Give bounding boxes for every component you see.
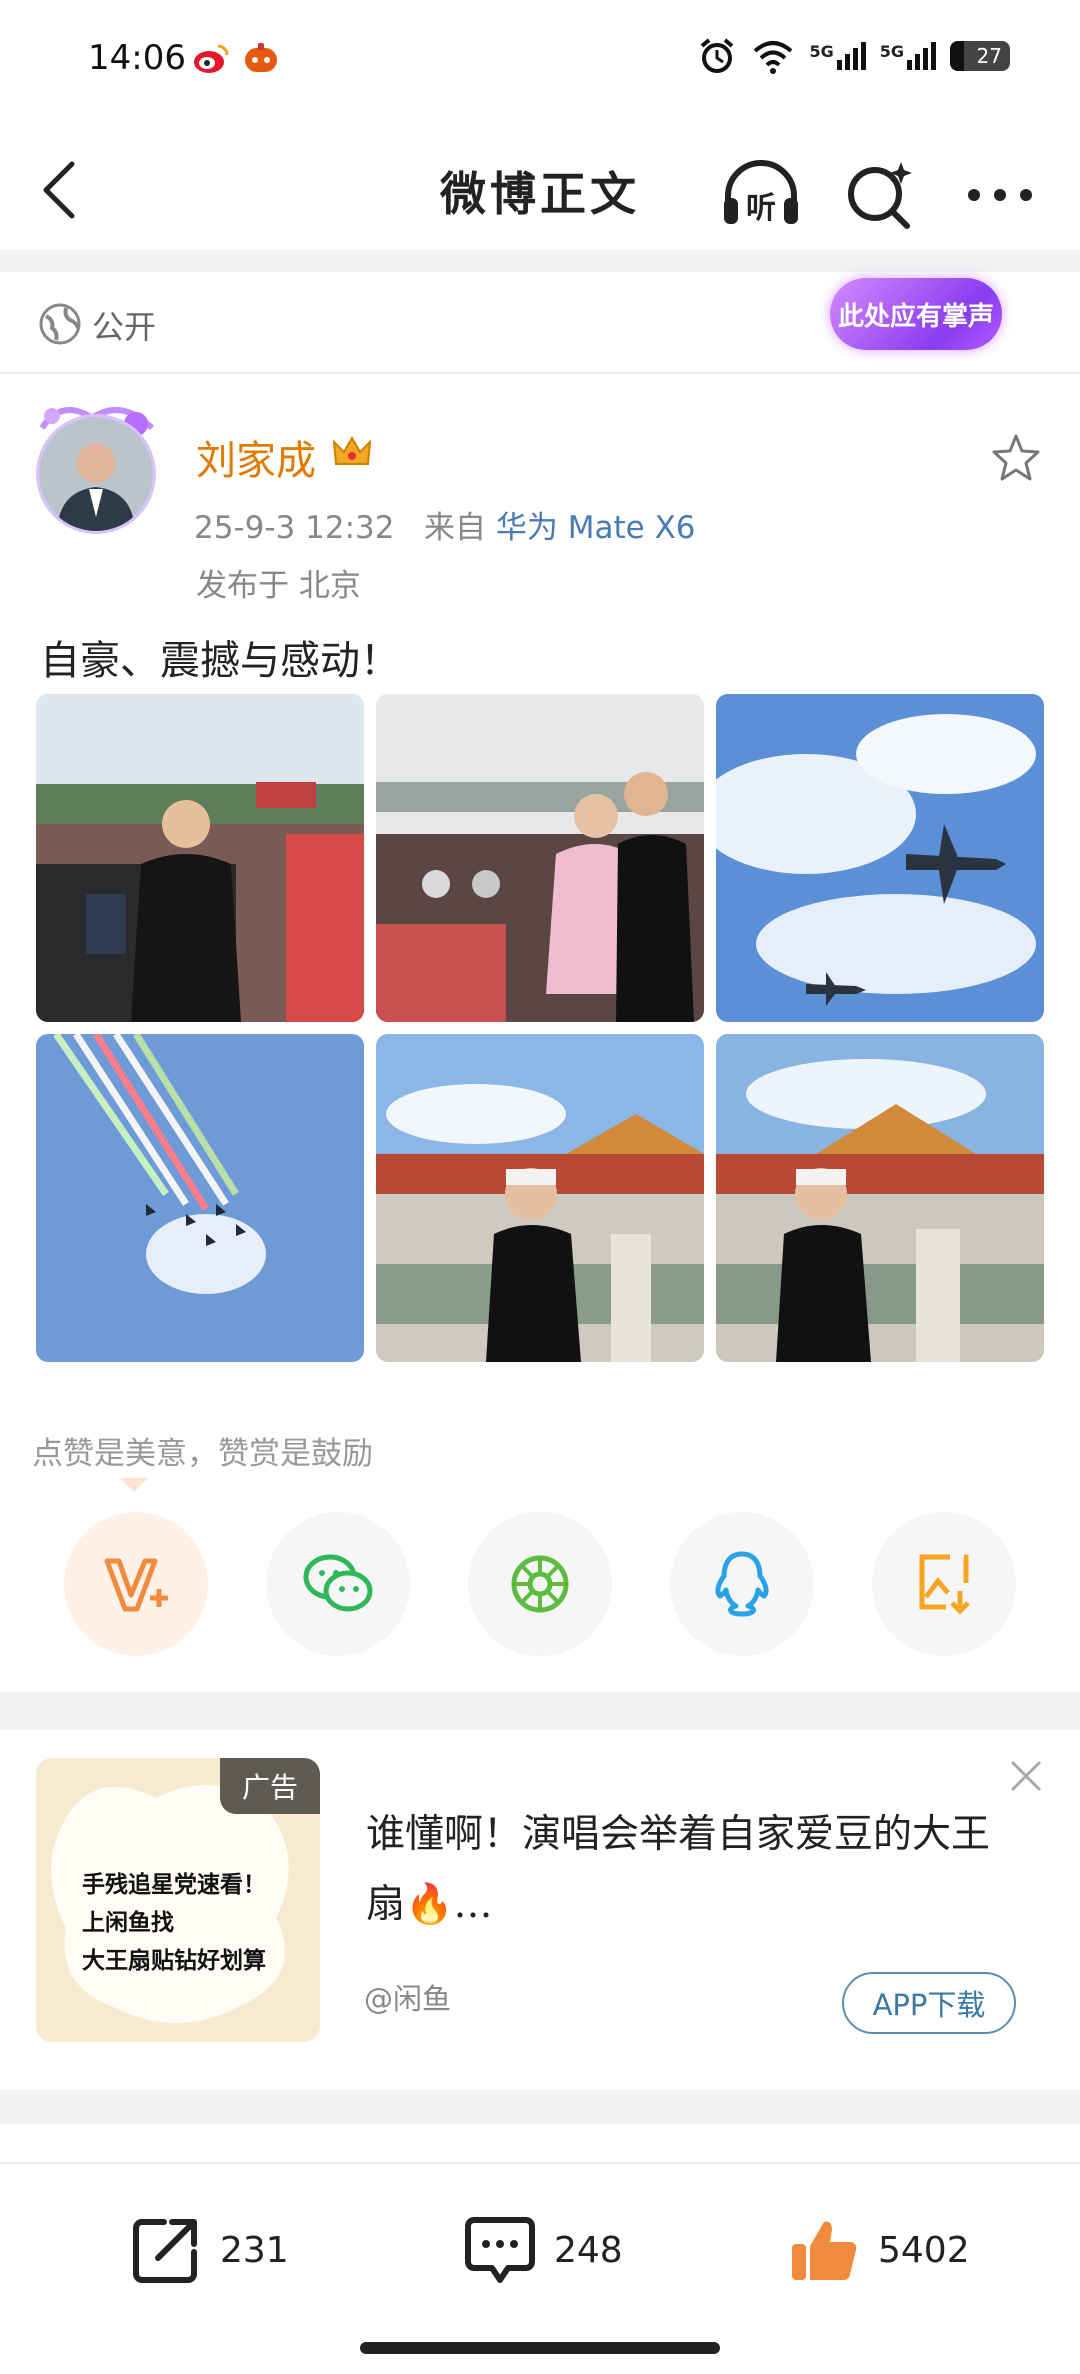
listen-button[interactable]: 听: [718, 152, 804, 238]
search-sparkle-icon: [848, 162, 912, 229]
comment-count: 248: [554, 2229, 623, 2271]
divider-band: [0, 250, 1080, 272]
battery-indicator: 27: [950, 41, 1010, 71]
photo-1[interactable]: [36, 694, 364, 1022]
weibo-notification-icon: [192, 40, 230, 78]
more-icon: [968, 189, 1032, 201]
reward-button[interactable]: [64, 1512, 208, 1656]
photo-5[interactable]: [376, 1034, 704, 1362]
like-button[interactable]: 5402: [786, 2212, 970, 2288]
page-title: 微博正文: [440, 167, 640, 221]
post-meta: 25-9-3 12:32 来自 华为 Mate X6: [194, 502, 696, 547]
top-nav-bar: 微博正文 听: [0, 130, 1080, 250]
applause-sticker[interactable]: 此处应有掌声: [830, 278, 1002, 350]
bottom-action-bar: 231 248 5402: [0, 2162, 1080, 2324]
photo-grid: [36, 694, 1044, 1366]
post-device[interactable]: 华为 Mate X6: [496, 510, 696, 546]
moments-icon: [511, 1555, 569, 1613]
favorite-button[interactable]: [990, 432, 1042, 484]
status-bar: 14:06 5G 5G 27: [0, 0, 1080, 120]
ad-image-line: 上闲鱼找: [82, 1910, 174, 1936]
share-row: [0, 1512, 1080, 1658]
avatar: [36, 414, 156, 534]
like-count: 5402: [878, 2229, 970, 2271]
reward-hint: 点赞是美意，赞赏是鼓励: [32, 1436, 373, 1472]
repost-count: 231: [220, 2229, 289, 2271]
app-notification-icon: [242, 40, 280, 78]
ad-title[interactable]: 谁懂啊！演唱会举着自家爱豆的大王扇🔥…: [366, 1800, 1026, 1940]
reward-pointer: [120, 1478, 148, 1492]
repost-button[interactable]: 231: [128, 2212, 289, 2288]
listen-label: 听: [746, 191, 776, 226]
more-button[interactable]: [960, 152, 1040, 238]
signal-1: 5G: [809, 42, 866, 70]
post-timestamp: 25-9-3 12:32: [194, 510, 395, 546]
status-right: 5G 5G 27: [697, 36, 1010, 76]
photo-2[interactable]: [376, 694, 704, 1022]
status-notification-icons: [192, 40, 280, 78]
signal-2-label: 5G: [879, 42, 904, 61]
author-name[interactable]: 刘家成: [196, 428, 316, 486]
divider-band-3: [0, 2090, 1080, 2124]
post-text: 自豪、震撼与感动！: [40, 638, 400, 684]
signal-2: 5G: [880, 42, 936, 70]
post-location: 发布于 北京: [196, 568, 361, 604]
globe-icon: [39, 303, 81, 345]
share-moments-button[interactable]: [468, 1512, 612, 1656]
photo-6[interactable]: [716, 1034, 1044, 1362]
ad-image[interactable]: 广告 手残追星党速看！ 上闲鱼找 大王扇贴钻好划算: [36, 1758, 320, 2042]
wechat-icon: [303, 1554, 373, 1612]
ad-source: @闲鱼: [364, 1982, 452, 2016]
crown-icon: [332, 435, 372, 465]
save-image-button[interactable]: [872, 1512, 1016, 1656]
source-prefix: 来自: [424, 510, 487, 546]
battery-level: 27: [976, 44, 1002, 68]
save-image-icon: [919, 1554, 970, 1615]
v-plus-icon: [104, 1558, 168, 1612]
ad-tag: 广告: [220, 1758, 320, 1814]
ad-image-line: 大王扇贴钻好划算: [82, 1948, 266, 1974]
qq-icon: [715, 1551, 769, 1617]
comment-button[interactable]: 248: [462, 2212, 623, 2288]
wifi-icon: [754, 41, 793, 74]
app-download-button[interactable]: APP下载: [842, 1972, 1016, 2034]
divider-band-2: [0, 1692, 1080, 1730]
photo-4[interactable]: [36, 1034, 364, 1362]
search-button[interactable]: [845, 152, 917, 238]
home-indicator[interactable]: [360, 2342, 720, 2354]
close-icon: [1010, 1760, 1042, 1792]
ad-close-button[interactable]: [1008, 1758, 1044, 1794]
photo-3[interactable]: [716, 694, 1044, 1022]
comment-icon: [465, 2217, 535, 2283]
headphones-icon: 听: [724, 160, 798, 226]
ad-image-line: 手残追星党速看！: [82, 1872, 266, 1898]
visibility-label: 公开: [92, 308, 157, 346]
repost-icon: [133, 2219, 197, 2283]
status-time: 14:06: [88, 38, 186, 78]
ad-card[interactable]: 广告 手残追星党速看！ 上闲鱼找 大王扇贴钻好划算 谁懂啊！演唱会举着自家爱豆的…: [0, 1730, 1080, 2090]
share-qq-button[interactable]: [670, 1512, 814, 1656]
signal-1-label: 5G: [809, 42, 834, 61]
alarm-icon: [701, 38, 734, 73]
share-wechat-button[interactable]: [266, 1512, 410, 1656]
thumbs-up-icon: [792, 2221, 857, 2280]
star-icon: [992, 434, 1040, 481]
author-avatar[interactable]: [36, 404, 156, 534]
ad-image-text: 手残追星党速看！ 上闲鱼找 大王扇贴钻好划算: [82, 1866, 266, 1980]
